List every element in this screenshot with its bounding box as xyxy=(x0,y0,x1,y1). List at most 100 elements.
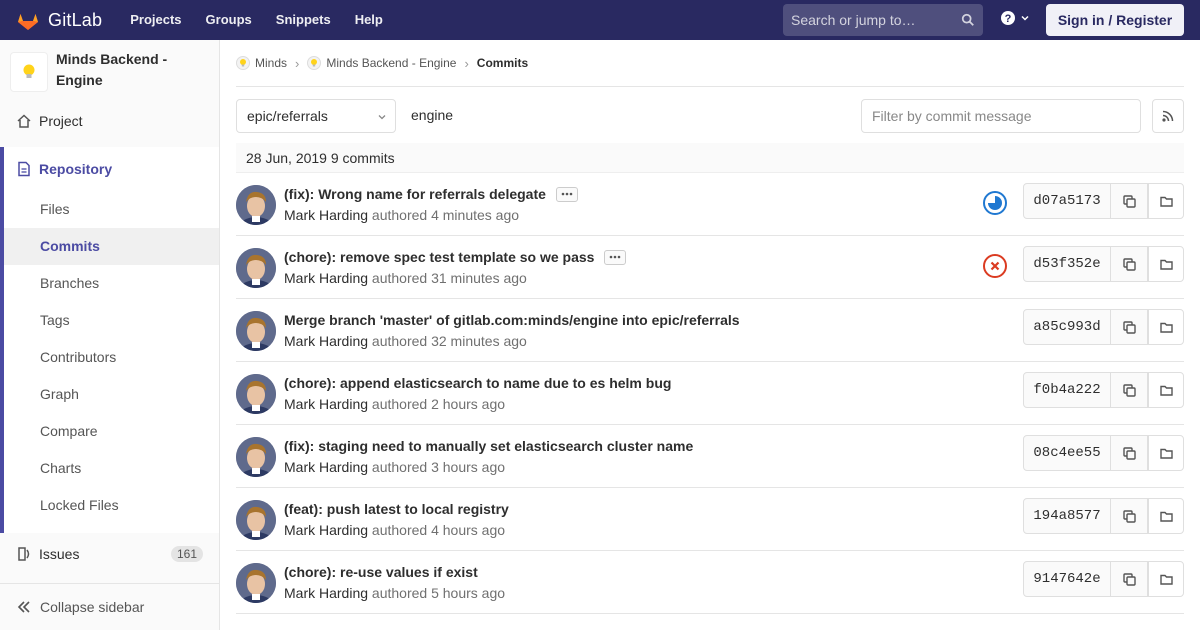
main-content: Minds › Minds Backend - Engine › Commits… xyxy=(236,40,1184,630)
ellipsis-icon[interactable] xyxy=(555,186,578,202)
breadcrumb-item-minds[interactable]: Minds xyxy=(236,56,287,70)
sidebar-sub-graph[interactable]: Graph xyxy=(4,376,219,413)
filter-commits-input[interactable] xyxy=(861,99,1141,133)
search-input[interactable] xyxy=(791,12,951,28)
double-chevron-left-icon xyxy=(17,601,30,613)
commit-author[interactable]: Mark Harding xyxy=(284,207,368,223)
path-breadcrumb[interactable]: engine xyxy=(411,107,453,123)
sidebar-sub-locked-files[interactable]: Locked Files xyxy=(4,487,219,524)
rss-icon xyxy=(1162,110,1174,122)
browse-files-button[interactable] xyxy=(1148,309,1184,345)
nav-projects[interactable]: Projects xyxy=(118,0,193,40)
rss-feed-button[interactable] xyxy=(1152,99,1184,133)
issues-count-badge: 161 xyxy=(170,546,203,562)
avatar[interactable] xyxy=(236,500,276,540)
commit-title[interactable]: (feat): push latest to local registry xyxy=(284,501,509,517)
copy-sha-button[interactable] xyxy=(1111,183,1148,219)
avatar[interactable] xyxy=(236,311,276,351)
sidebar-sub-tags[interactable]: Tags xyxy=(4,302,219,339)
copy-icon xyxy=(1122,194,1136,208)
copy-sha-button[interactable] xyxy=(1111,246,1148,282)
breadcrumb-item-project[interactable]: Minds Backend - Engine xyxy=(307,56,456,70)
sidebar-item-issues[interactable]: Issues 161 xyxy=(0,535,219,573)
commit-sha[interactable]: 08c4ee55 xyxy=(1023,435,1111,471)
commit-title[interactable]: Merge branch 'master' of gitlab.com:mind… xyxy=(284,312,740,328)
commit-sha[interactable]: 9147642e xyxy=(1023,561,1111,597)
commit-title-row: (chore): append elasticsearch to name du… xyxy=(284,375,671,391)
sidebar-item-repository[interactable]: Repository xyxy=(4,147,219,191)
pipeline-status-running-icon[interactable] xyxy=(982,190,1008,216)
breadcrumb-current[interactable]: Commits xyxy=(477,56,528,70)
avatar[interactable] xyxy=(236,185,276,225)
sidebar-sub-charts[interactable]: Charts xyxy=(4,450,219,487)
commit-title[interactable]: (fix): Wrong name for referrals delegate xyxy=(284,186,546,202)
avatar[interactable] xyxy=(236,248,276,288)
ellipsis-icon[interactable] xyxy=(604,249,627,265)
commit-sha[interactable]: d07a5173 xyxy=(1023,183,1111,219)
sidebar-sub-compare[interactable]: Compare xyxy=(4,413,219,450)
copy-sha-button[interactable] xyxy=(1111,309,1148,345)
commit-title[interactable]: (fix): staging need to manually set elas… xyxy=(284,438,693,454)
browse-files-button[interactable] xyxy=(1148,561,1184,597)
commit-sha[interactable]: a85c993d xyxy=(1023,309,1111,345)
nav-help[interactable]: Help xyxy=(343,0,395,40)
pipeline-status-failed-icon[interactable] xyxy=(982,253,1008,279)
commit-author[interactable]: Mark Harding xyxy=(284,522,368,538)
browse-files-button[interactable] xyxy=(1148,372,1184,408)
browse-files-button[interactable] xyxy=(1148,246,1184,282)
commit-author[interactable]: Mark Harding xyxy=(284,459,368,475)
gitlab-logo-icon xyxy=(18,14,38,30)
commit-title[interactable]: (chore): re-use values if exist xyxy=(284,564,478,580)
signin-button[interactable]: Sign in / Register xyxy=(1046,4,1184,36)
sidebar-sub-contributors[interactable]: Contributors xyxy=(4,339,219,376)
avatar[interactable] xyxy=(236,374,276,414)
sidebar-sub-branches[interactable]: Branches xyxy=(4,265,219,302)
browse-files-button[interactable] xyxy=(1148,498,1184,534)
avatar[interactable] xyxy=(236,437,276,477)
commit-sha[interactable]: d53f352e xyxy=(1023,246,1111,282)
global-search xyxy=(783,4,983,36)
folder-open-icon xyxy=(1159,574,1173,585)
commit-author[interactable]: Mark Harding xyxy=(284,270,368,286)
question-icon: ? xyxy=(1001,11,1015,25)
copy-icon xyxy=(1122,572,1136,586)
nav-groups[interactable]: Groups xyxy=(194,0,264,40)
commit-author[interactable]: Mark Harding xyxy=(284,396,368,412)
commits-toolbar: epic/referrals engine xyxy=(236,99,1184,133)
commit-meta: Mark Harding authored 2 hours ago xyxy=(284,396,505,412)
sidebar-item-project[interactable]: Project xyxy=(0,102,219,140)
copy-sha-button[interactable] xyxy=(1111,435,1148,471)
commit-author[interactable]: Mark Harding xyxy=(284,333,368,349)
project-header[interactable]: Minds Backend - Engine xyxy=(0,40,219,102)
sidebar-item-label: Issues xyxy=(39,546,80,562)
commit-sha[interactable]: f0b4a222 xyxy=(1023,372,1111,408)
lightbulb-icon xyxy=(236,56,250,70)
commit-author[interactable]: Mark Harding xyxy=(284,585,368,601)
folder-open-icon xyxy=(1159,511,1173,522)
sidebar-sub-files[interactable]: Files xyxy=(4,191,219,228)
branch-select[interactable]: epic/referrals xyxy=(236,99,396,133)
browse-files-button[interactable] xyxy=(1148,435,1184,471)
copy-sha-button[interactable] xyxy=(1111,498,1148,534)
brand-link[interactable]: GitLab xyxy=(16,0,102,40)
avatar[interactable] xyxy=(236,563,276,603)
commit-verb: authored xyxy=(371,522,428,538)
commit-title[interactable]: (chore): remove spec test template so we… xyxy=(284,249,594,265)
collapse-sidebar-button[interactable]: Collapse sidebar xyxy=(0,583,219,630)
commit-verb: authored xyxy=(371,207,428,223)
chevron-down-icon xyxy=(378,115,386,120)
folder-open-icon xyxy=(1159,385,1173,396)
nav-snippets[interactable]: Snippets xyxy=(264,0,343,40)
folder-open-icon xyxy=(1159,322,1173,333)
sidebar-sub-commits[interactable]: Commits xyxy=(4,228,219,265)
copy-sha-button[interactable] xyxy=(1111,561,1148,597)
copy-icon xyxy=(1122,509,1136,523)
help-dropdown[interactable]: ? xyxy=(1000,10,1030,26)
document-icon xyxy=(18,161,30,177)
commit-sha[interactable]: 194a8577 xyxy=(1023,498,1111,534)
commit-title[interactable]: (chore): append elasticsearch to name du… xyxy=(284,375,671,391)
commit-row: (feat): push latest to local registry Ma… xyxy=(236,488,1184,551)
copy-sha-button[interactable] xyxy=(1111,372,1148,408)
project-avatar xyxy=(10,52,48,92)
browse-files-button[interactable] xyxy=(1148,183,1184,219)
